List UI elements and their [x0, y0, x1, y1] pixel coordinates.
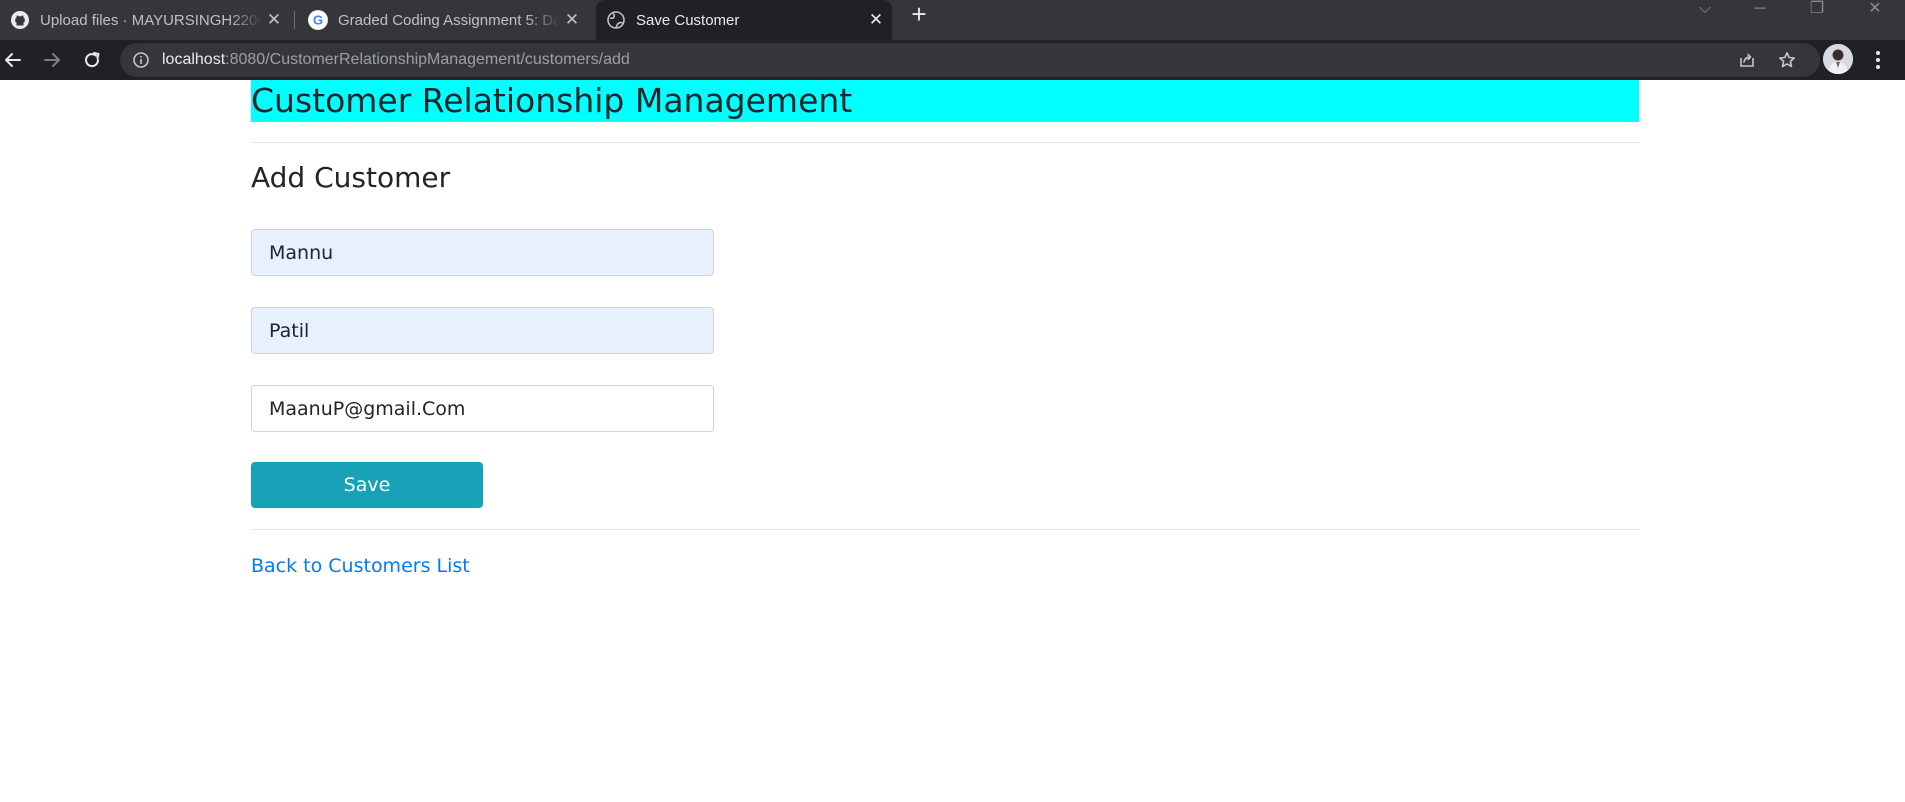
minimize-icon[interactable]: ─	[1740, 0, 1780, 22]
browser-tab-bar: Upload files · MAYURSINGH2206/ ✕ G Grade…	[0, 0, 1905, 40]
back-to-customers-link[interactable]: Back to Customers List	[251, 554, 470, 578]
tab-title: Save Customer	[636, 11, 740, 29]
browser-toolbar: localhost:8080/CustomerRelationshipManag…	[0, 40, 1905, 80]
restore-icon[interactable]: ❐	[1797, 0, 1837, 22]
window-close-icon[interactable]: ✕	[1855, 0, 1895, 22]
url-text[interactable]: localhost:8080/CustomerRelationshipManag…	[162, 43, 630, 77]
reload-icon[interactable]	[76, 44, 108, 76]
url-path: :8080/CustomerRelationshipManagement/cus…	[225, 51, 630, 68]
more-menu-icon[interactable]	[1866, 46, 1890, 74]
divider	[251, 142, 1639, 143]
forward-arrow-icon[interactable]	[36, 44, 68, 76]
close-tab-icon[interactable]: ✕	[262, 10, 286, 30]
email-field[interactable]	[251, 385, 714, 432]
globe-icon	[606, 10, 626, 30]
profile-avatar[interactable]	[1823, 44, 1853, 74]
address-bar[interactable]: localhost:8080/CustomerRelationshipManag…	[120, 43, 1820, 77]
tab-graded-coding-assignment[interactable]: G Graded Coding Assignment 5: Da ✕	[298, 0, 588, 40]
tab-title: Upload files · MAYURSINGH2206/	[40, 11, 262, 29]
page-header-banner: Customer Relationship Management	[251, 80, 1639, 122]
bookmark-star-icon[interactable]	[1778, 51, 1796, 69]
url-host: localhost	[162, 51, 226, 68]
info-icon[interactable]	[132, 51, 150, 69]
tab-separator	[294, 11, 295, 29]
tab-save-customer[interactable]: Save Customer ✕	[596, 0, 892, 40]
new-tab-button[interactable]: +	[907, 1, 931, 27]
tab-search-icon[interactable]: ⌵	[1685, 0, 1725, 22]
close-tab-icon[interactable]: ✕	[560, 10, 584, 30]
page-content: Customer Relationship Management Add Cus…	[0, 80, 1905, 802]
close-tab-icon[interactable]: ✕	[864, 10, 888, 30]
save-button[interactable]: Save	[251, 462, 483, 508]
page-title: Customer Relationship Management	[251, 81, 853, 120]
section-title: Add Customer	[251, 161, 451, 194]
divider	[251, 529, 1639, 530]
last-name-field[interactable]	[251, 307, 714, 354]
share-icon[interactable]	[1738, 51, 1756, 69]
google-icon: G	[308, 10, 328, 30]
back-arrow-icon[interactable]	[0, 44, 29, 76]
tab-upload-files[interactable]: Upload files · MAYURSINGH2206/ ✕	[0, 0, 290, 40]
github-icon	[10, 10, 30, 30]
tab-title: Graded Coding Assignment 5: Da	[338, 11, 560, 29]
svg-text:G: G	[313, 13, 323, 28]
first-name-field[interactable]	[251, 229, 714, 276]
